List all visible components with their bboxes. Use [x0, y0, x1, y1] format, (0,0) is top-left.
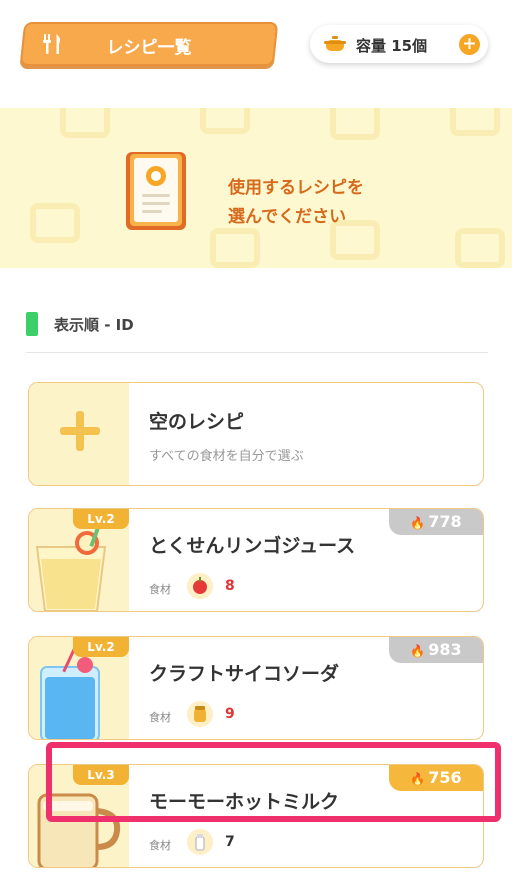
energy-badge: 🔥 983	[389, 637, 483, 663]
milk-bottle-icon	[187, 829, 213, 855]
recipe-name: とくせんリンゴジュース	[149, 535, 356, 557]
background-pattern-icon	[60, 108, 110, 138]
ingredient-label: 食材	[149, 839, 171, 852]
sort-indicator	[26, 312, 38, 336]
recipe-book-icon	[126, 152, 186, 230]
recipe-name: クラフトサイコソーダ	[149, 663, 340, 685]
background-pattern-icon	[200, 108, 250, 134]
divider	[26, 352, 488, 353]
instruction-banner: 使用するレシピを 選んでください	[0, 108, 512, 268]
empty-recipe-thumb	[29, 383, 129, 485]
capacity-label: 容量 15個	[356, 37, 428, 55]
add-capacity-icon[interactable]: +	[459, 34, 480, 55]
ingredient-label: 食材	[149, 583, 171, 596]
background-pattern-icon	[210, 228, 260, 268]
page-title: レシピ一覧	[106, 38, 192, 58]
flame-icon: 🔥	[410, 644, 426, 658]
recipe-list-tab-content: レシピ一覧	[22, 22, 276, 66]
ingredient-count: 9	[225, 706, 235, 722]
level-badge: Lv.2	[73, 509, 129, 529]
empty-recipe-subtitle: すべての食材を自分で選ぶ	[149, 449, 304, 464]
capacity-pill[interactable]: 容量 15個 +	[310, 25, 488, 63]
ingredient-count: 8	[225, 578, 235, 594]
recipe-card[interactable]: Lv.2 🔥 983 クラフトサイコソーダ 食材 9	[28, 636, 484, 740]
background-pattern-icon	[330, 108, 380, 140]
empty-recipe-card[interactable]: 空のレシピ すべての食材を自分で選ぶ	[28, 382, 484, 486]
selection-highlight	[46, 742, 501, 822]
level-badge: Lv.2	[73, 637, 129, 657]
recipe-card[interactable]: Lv.2 🔥 778 とくせんリンゴジュース 食材 8	[28, 508, 484, 612]
ingredient-count: 7	[225, 834, 235, 850]
flame-icon: 🔥	[410, 516, 426, 530]
pot-icon	[324, 36, 346, 51]
sort-order-button[interactable]: 表示順 - ID	[54, 314, 134, 335]
instruction-text: 使用するレシピを 選んでください	[228, 178, 364, 227]
apple-icon	[187, 573, 213, 599]
honey-icon	[187, 701, 213, 727]
ingredient-label: 食材	[149, 711, 171, 724]
plus-icon	[60, 411, 100, 451]
energy-badge: 🔥 778	[389, 509, 483, 535]
background-pattern-icon	[455, 228, 505, 268]
background-pattern-icon	[450, 108, 500, 136]
background-pattern-icon	[30, 203, 80, 243]
empty-recipe-title: 空のレシピ	[149, 411, 245, 433]
